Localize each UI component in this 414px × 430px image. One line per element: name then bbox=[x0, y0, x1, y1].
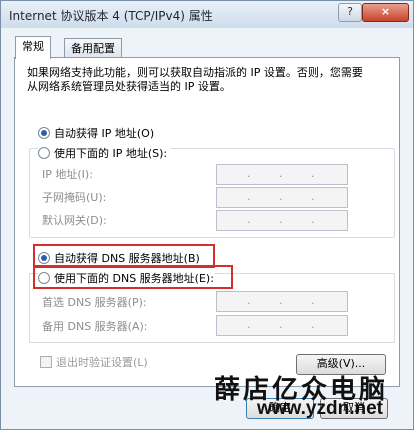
help-button[interactable]: ? bbox=[338, 3, 362, 22]
auto-dns-radio[interactable]: 自动获得 DNS 服务器地址(B) bbox=[38, 250, 200, 266]
manual-ip-label: 使用下面的 IP 地址(S): bbox=[54, 147, 168, 160]
ip-address-field[interactable]: ... bbox=[216, 164, 348, 185]
manual-ip-radio[interactable]: 使用下面的 IP 地址(S): bbox=[38, 145, 172, 161]
validate-label: 退出时验证设置(L) bbox=[56, 356, 148, 369]
manual-dns-radio[interactable]: 使用下面的 DNS 服务器地址(E): bbox=[38, 270, 214, 286]
close-button[interactable]: × bbox=[362, 3, 409, 22]
subnet-mask-label: 子网掩码(U): bbox=[42, 191, 107, 204]
auto-dns-label: 自动获得 DNS 服务器地址(B) bbox=[54, 252, 200, 265]
auto-ip-radio[interactable]: 自动获得 IP 地址(O) bbox=[38, 125, 154, 141]
alternate-dns-label: 备用 DNS 服务器(A): bbox=[42, 320, 148, 333]
default-gateway-label: 默认网关(D): bbox=[42, 214, 107, 227]
window-title: Internet 协议版本 4 (TCP/IPv4) 属性 bbox=[9, 9, 213, 23]
auto-ip-label: 自动获得 IP 地址(O) bbox=[54, 127, 155, 140]
radio-unselected-icon bbox=[38, 272, 50, 284]
radio-unselected-icon bbox=[38, 147, 50, 159]
ip-address-label: IP 地址(I): bbox=[42, 168, 93, 181]
tab-general[interactable]: 常规 bbox=[15, 36, 51, 59]
watermark-url: www.yzdn.net bbox=[257, 398, 383, 419]
preferred-dns-field[interactable]: ... bbox=[216, 291, 348, 312]
subnet-mask-field[interactable]: ... bbox=[216, 187, 348, 208]
default-gateway-field[interactable]: ... bbox=[216, 210, 348, 231]
manual-dns-label: 使用下面的 DNS 服务器地址(E): bbox=[54, 272, 214, 285]
description-text: 如果网络支持此功能，则可以获取自动指派的 IP 设置。否则，您需要从网络系统管理… bbox=[27, 66, 363, 93]
validate-on-exit-checkbox[interactable]: 退出时验证设置(L) bbox=[40, 354, 148, 370]
preferred-dns-label: 首选 DNS 服务器(P): bbox=[42, 296, 147, 309]
alternate-dns-field[interactable]: ... bbox=[216, 315, 348, 336]
checkbox-icon bbox=[40, 356, 52, 368]
radio-selected-icon bbox=[38, 252, 50, 264]
radio-selected-icon bbox=[38, 127, 50, 139]
tab-alternate-config[interactable]: 备用配置 bbox=[64, 38, 122, 59]
title-bar[interactable]: Internet 协议版本 4 (TCP/IPv4) 属性 ? × bbox=[1, 1, 413, 28]
